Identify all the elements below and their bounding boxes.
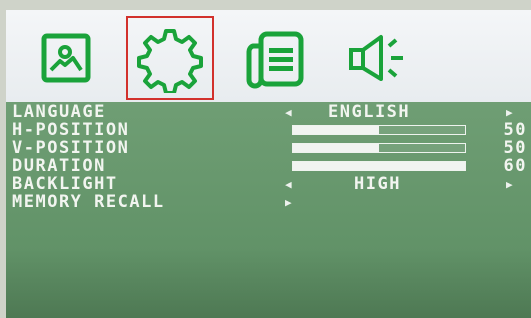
tab-settings[interactable]: [126, 16, 214, 100]
right-arrow-icon[interactable]: ▶: [506, 104, 514, 121]
menu-label: BACKLIGHT: [12, 174, 118, 194]
tab-picture[interactable]: [22, 16, 110, 100]
menu-row-backlight[interactable]: BACKLIGHT ◀ HIGH ▶: [6, 176, 531, 193]
settings-panel: LANGUAGE ◀ ENGLISH ▶ H-POSITION 50 V-POS…: [6, 102, 531, 318]
panel-shade: [6, 248, 531, 318]
menu-row-v-position[interactable]: V-POSITION 50: [6, 140, 531, 157]
h-position-value: 50: [503, 120, 527, 140]
speaker-icon: [349, 35, 403, 81]
slider-fill: [293, 126, 379, 134]
slider-fill: [293, 162, 465, 170]
menu-row-h-position[interactable]: H-POSITION 50: [6, 122, 531, 139]
gear-icon: [137, 29, 203, 93]
menu-label: V-POSITION: [12, 138, 130, 158]
language-value: ENGLISH: [328, 102, 411, 122]
menu-label: H-POSITION: [12, 120, 130, 140]
right-arrow-icon[interactable]: ▶: [285, 194, 293, 211]
right-arrow-icon[interactable]: ▶: [506, 176, 514, 193]
duration-value: 60: [503, 156, 527, 176]
v-position-value: 50: [503, 138, 527, 158]
backlight-value: HIGH: [354, 174, 401, 194]
v-position-slider[interactable]: [292, 143, 466, 153]
document-icon: [246, 31, 304, 89]
tab-audio[interactable]: [336, 16, 424, 100]
left-arrow-icon[interactable]: ◀: [285, 176, 293, 193]
image-icon: [41, 33, 91, 83]
osd-screen: LANGUAGE ◀ ENGLISH ▶ H-POSITION 50 V-POS…: [0, 0, 531, 318]
menu-row-memory-recall[interactable]: MEMORY RECALL ▶: [6, 194, 531, 211]
menu-row-duration[interactable]: DURATION 60: [6, 158, 531, 175]
menu-label: LANGUAGE: [12, 102, 106, 122]
left-arrow-icon[interactable]: ◀: [285, 104, 293, 121]
menu-label: MEMORY RECALL: [12, 192, 165, 212]
slider-fill: [293, 144, 379, 152]
tab-info[interactable]: [232, 16, 320, 100]
menu-label: DURATION: [12, 156, 106, 176]
duration-slider[interactable]: [292, 161, 466, 171]
h-position-slider[interactable]: [292, 125, 466, 135]
tab-bar: [6, 10, 531, 102]
menu-row-language[interactable]: LANGUAGE ◀ ENGLISH ▶: [6, 104, 531, 121]
